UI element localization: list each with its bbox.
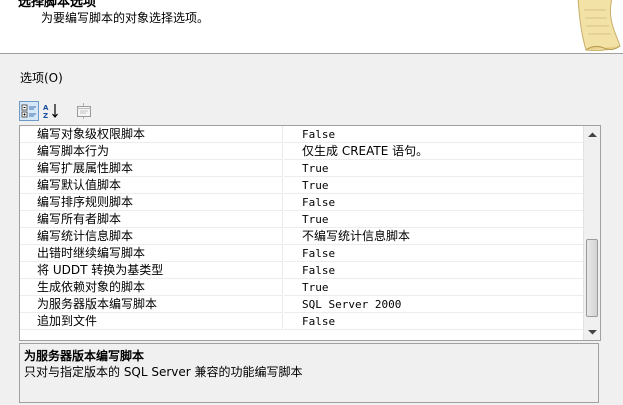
description-panel: 为服务器版本编写脚本 只对与指定版本的 SQL Server 兼容的功能编写脚本 [19,343,599,403]
property-value[interactable]: 不编写统计信息脚本 [284,228,583,245]
property-row[interactable]: 生成依赖对象的脚本 True [20,279,583,296]
property-value[interactable]: True [284,177,583,194]
property-name: 将 UDDT 转换为基类型 [20,262,283,279]
vertical-scrollbar[interactable] [583,126,600,340]
property-row[interactable]: 编写所有者脚本 True [20,211,583,228]
property-row[interactable]: 追加到文件 False [20,313,583,330]
property-row[interactable]: 编写对象级权限脚本 False [20,126,583,143]
property-name: 编写排序规则脚本 [20,194,283,211]
scroll-down-button[interactable] [584,323,600,340]
page-subtitle: 为要编写脚本的对象选择选项。 [41,11,210,25]
property-row[interactable]: 编写排序规则脚本 False [20,194,583,211]
property-pages-button[interactable] [74,101,94,121]
property-name: 编写所有者脚本 [20,211,283,228]
scroll-up-button[interactable] [584,126,600,143]
categorized-icon [21,104,36,118]
property-grid: 编写对象级权限脚本 False 编写脚本行为 仅生成 CREATE 语句。 编写扩展属性… [19,125,601,341]
property-value[interactable]: 仅生成 CREATE 语句。 [284,143,583,160]
property-pages-icon [77,106,91,117]
arrow-down-icon [587,329,597,334]
property-name: 出错时继续编写脚本 [20,245,283,262]
description-text: 只对与指定版本的 SQL Server 兼容的功能编写脚本 [24,365,303,379]
property-name: 编写对象级权限脚本 [20,126,283,143]
property-name: 编写扩展属性脚本 [20,160,283,177]
property-name: 追加到文件 [20,313,283,330]
property-value[interactable]: True [284,160,583,177]
property-value[interactable]: False [284,194,583,211]
property-row[interactable]: 编写默认值脚本 True [20,177,583,194]
property-value[interactable]: True [284,211,583,228]
property-name: 编写默认值脚本 [20,177,283,194]
property-name: 编写脚本行为 [20,143,283,160]
arrow-up-icon [587,132,597,137]
property-name: 为服务器版本编写脚本 [20,296,283,313]
options-label: 选项(O) [20,71,63,85]
scroll-icon [577,0,621,51]
property-value[interactable]: True [284,279,583,296]
property-value[interactable]: False [284,126,583,143]
property-value[interactable]: False [284,262,583,279]
property-row[interactable]: 编写脚本行为 仅生成 CREATE 语句。 [20,143,583,160]
wizard-header: 选择脚本选项 为要编写脚本的对象选择选项。 [0,0,623,54]
svg-text:A: A [43,104,49,112]
property-row[interactable]: 编写统计信息脚本 不编写统计信息脚本 [20,228,583,245]
description-title: 为服务器版本编写脚本 [24,349,145,363]
property-row[interactable]: 将 UDDT 转换为基类型 False [20,262,583,279]
property-name: 编写统计信息脚本 [20,228,283,245]
property-value[interactable]: SQL Server 2000 [284,296,583,313]
property-grid-rows: 编写对象级权限脚本 False 编写脚本行为 仅生成 CREATE 语句。 编写扩展属性… [20,126,583,330]
categorized-button[interactable] [19,101,39,121]
property-value[interactable]: False [284,313,583,330]
alphabetical-button[interactable]: A Z [41,101,61,121]
property-row[interactable]: 为服务器版本编写脚本 SQL Server 2000 [20,296,583,313]
property-name: 生成依赖对象的脚本 [20,279,283,296]
property-row[interactable]: 出错时继续编写脚本 False [20,245,583,262]
scroll-thumb[interactable] [586,239,598,317]
property-row[interactable]: 编写扩展属性脚本 True [20,160,583,177]
property-value[interactable]: False [284,245,583,262]
alphabetical-sort-icon: A Z [43,104,58,120]
svg-text:Z: Z [43,112,48,120]
